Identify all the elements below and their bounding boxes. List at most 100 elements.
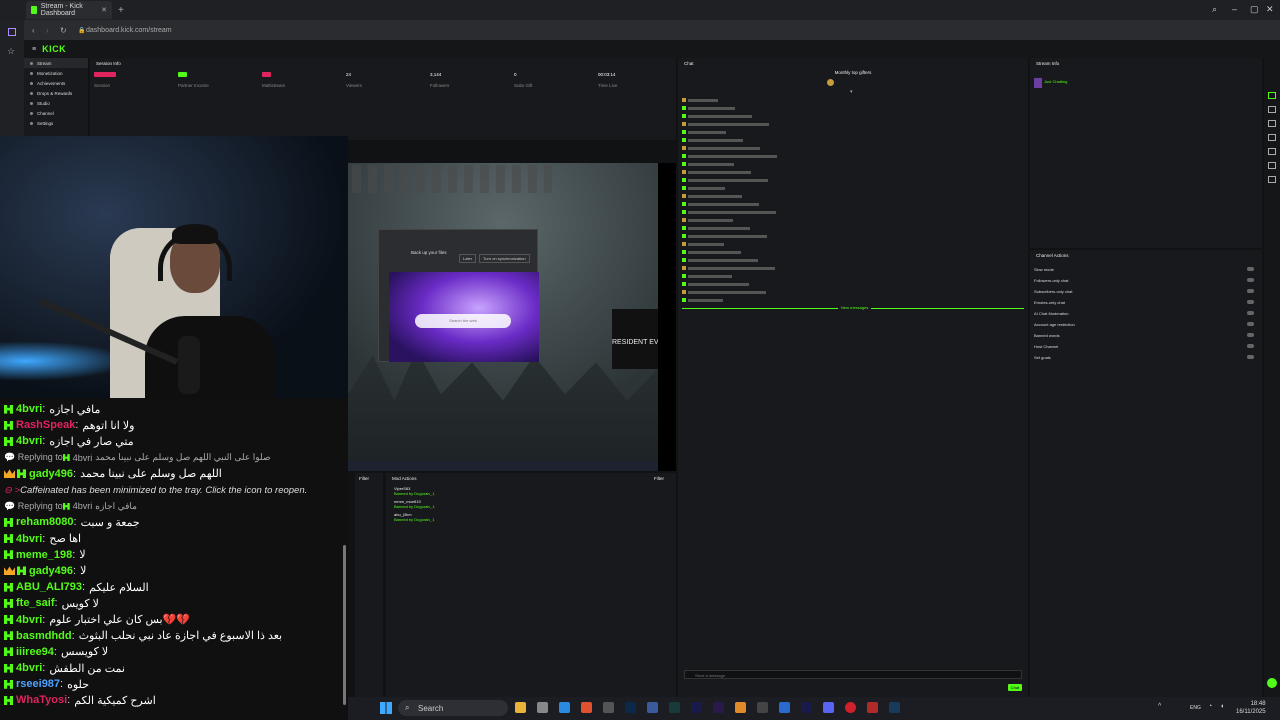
back-icon[interactable]: ‹ xyxy=(32,26,35,35)
chat-username[interactable]: RashSpeak xyxy=(16,419,75,431)
reply-username: 4bvri xyxy=(72,452,93,463)
chat-send-button[interactable]: Chat xyxy=(1008,684,1022,691)
tool-icon[interactable] xyxy=(1268,92,1276,99)
chat-username[interactable]: 4bvri xyxy=(16,662,42,674)
tool-icon[interactable] xyxy=(1268,134,1276,141)
channel-action-item[interactable]: Host Channel xyxy=(1032,341,1260,352)
channel-action-item[interactable]: Subscribers-only chat xyxy=(1032,286,1260,297)
chat-username[interactable]: rseei987 xyxy=(16,678,60,690)
language-indicator[interactable]: ENG xyxy=(1190,705,1201,711)
media-encoder-icon[interactable] xyxy=(713,702,724,713)
blender-icon[interactable] xyxy=(735,702,746,713)
after-effects-icon[interactable] xyxy=(691,702,702,713)
photoshop-icon[interactable] xyxy=(625,702,636,713)
chat-message: 4bvri: اها صح xyxy=(0,531,348,547)
channel-action-item[interactable]: Set goals xyxy=(1032,352,1260,363)
toggle-switch[interactable] xyxy=(1247,333,1254,337)
browser-tab[interactable]: Stream - Kick Dashboard ✕ xyxy=(26,1,112,19)
menu-icon[interactable]: ≡ xyxy=(32,46,36,53)
nav-channel[interactable]: Channel xyxy=(24,108,88,118)
brave-icon[interactable] xyxy=(581,702,592,713)
channel-action-item[interactable]: Account age restriction xyxy=(1032,319,1260,330)
nav-studio[interactable]: Studio xyxy=(24,98,88,108)
chevron-down-icon[interactable]: ▾ xyxy=(850,89,853,95)
app-icon[interactable] xyxy=(867,702,878,713)
search-tabs-icon[interactable]: ⌕ xyxy=(1212,4,1217,15)
close-tab-icon[interactable]: ✕ xyxy=(101,6,107,14)
maximize-icon[interactable]: ▢ xyxy=(1250,4,1259,15)
subscriber-badge-icon xyxy=(4,647,13,657)
chat-input[interactable]: Send a message xyxy=(684,670,1022,679)
toggle-switch[interactable] xyxy=(1247,322,1254,326)
app-icon[interactable] xyxy=(757,702,768,713)
chat-username[interactable]: gady496 xyxy=(29,565,73,577)
toggle-switch[interactable] xyxy=(1247,355,1254,359)
premiere-icon[interactable] xyxy=(801,702,812,713)
channel-action-item[interactable]: Banned words xyxy=(1032,330,1260,341)
steam-icon[interactable] xyxy=(889,702,900,713)
chat-username[interactable]: meme_198 xyxy=(16,549,72,561)
chat-username[interactable]: iiiree94 xyxy=(16,646,54,658)
url-text[interactable]: dashboard.kick.com/stream xyxy=(86,27,172,34)
channel-action-item[interactable]: Slow mode xyxy=(1032,264,1260,275)
discord-icon[interactable] xyxy=(823,702,834,713)
tool-icon[interactable] xyxy=(1268,176,1276,183)
chat-text: لا كويس xyxy=(61,597,99,610)
volume-icon[interactable]: ◖ xyxy=(1220,703,1224,710)
nav-stream[interactable]: Stream xyxy=(24,58,88,68)
nav-settings[interactable]: Settings xyxy=(24,118,88,128)
opera-icon[interactable] xyxy=(845,702,856,713)
chat-username[interactable]: 4bvri xyxy=(16,614,42,626)
reload-icon[interactable]: ↻ xyxy=(60,26,67,35)
nav-drops[interactable]: Drops & Rewards xyxy=(24,88,88,98)
taskbar-clock[interactable]: 18:48 16/11/2025 xyxy=(1236,700,1266,716)
file-explorer-icon[interactable] xyxy=(515,702,526,713)
store-icon[interactable] xyxy=(537,702,548,713)
chat-username[interactable]: gady496 xyxy=(29,468,73,480)
windows-start-icon[interactable] xyxy=(380,702,392,714)
chat-username[interactable]: WhaTyosi xyxy=(16,694,67,706)
star-icon[interactable]: ☆ xyxy=(7,46,15,57)
toggle-switch[interactable] xyxy=(1247,289,1254,293)
new-tab-icon[interactable]: + xyxy=(118,5,124,16)
forward-icon[interactable]: › xyxy=(46,26,49,35)
help-icon[interactable] xyxy=(1267,678,1277,688)
stream-preview[interactable]: Back up your files Later Turn on synchro… xyxy=(348,163,658,471)
app-icon[interactable] xyxy=(779,702,790,713)
mod-filter-button[interactable]: Filter xyxy=(654,476,664,481)
close-window-icon[interactable]: ✕ xyxy=(1266,4,1274,15)
channel-action-item[interactable]: Followers-only chat xyxy=(1032,275,1260,286)
channel-action-item[interactable]: Emotes-only chat xyxy=(1032,297,1260,308)
app-icon[interactable] xyxy=(647,702,658,713)
toggle-switch[interactable] xyxy=(1247,300,1254,304)
vscode-icon[interactable] xyxy=(559,702,570,713)
tool-icon[interactable] xyxy=(1268,106,1276,113)
tray-chevron-icon[interactable]: ^ xyxy=(1158,703,1161,710)
chat-username[interactable]: basmdhdd xyxy=(16,630,72,642)
taskbar-search[interactable]: ⌕ Search xyxy=(398,700,508,716)
toggle-switch[interactable] xyxy=(1247,311,1254,315)
toggle-switch[interactable] xyxy=(1247,344,1254,348)
nav-achievements[interactable]: Achievements xyxy=(24,78,88,88)
wifi-icon[interactable]: ◔ xyxy=(1208,703,1212,710)
filter-label[interactable]: Filter xyxy=(355,473,383,484)
audition-icon[interactable] xyxy=(669,702,680,713)
nav-monetization[interactable]: Monetization xyxy=(24,68,88,78)
channel-action-item[interactable]: AI Chat Moderation xyxy=(1032,308,1260,319)
search-icon: ⌕ xyxy=(405,703,410,712)
home-icon[interactable] xyxy=(8,28,16,36)
overlay-scrollbar[interactable] xyxy=(343,545,346,705)
tool-icon[interactable] xyxy=(1268,120,1276,127)
toggle-switch[interactable] xyxy=(1247,278,1254,282)
tool-icon[interactable] xyxy=(1268,162,1276,169)
chat-username[interactable]: 4bvri xyxy=(16,403,42,415)
chat-username[interactable]: ABU_ALI793 xyxy=(16,581,82,593)
minimize-icon[interactable]: – xyxy=(1232,4,1237,14)
chat-username[interactable]: fte_saif xyxy=(16,597,55,609)
app-icon[interactable] xyxy=(603,702,614,713)
tool-icon[interactable] xyxy=(1268,148,1276,155)
chat-username[interactable]: 4bvri xyxy=(16,435,42,447)
chat-username[interactable]: reham8080 xyxy=(16,516,74,528)
toggle-switch[interactable] xyxy=(1247,267,1254,271)
chat-username[interactable]: 4bvri xyxy=(16,533,42,545)
